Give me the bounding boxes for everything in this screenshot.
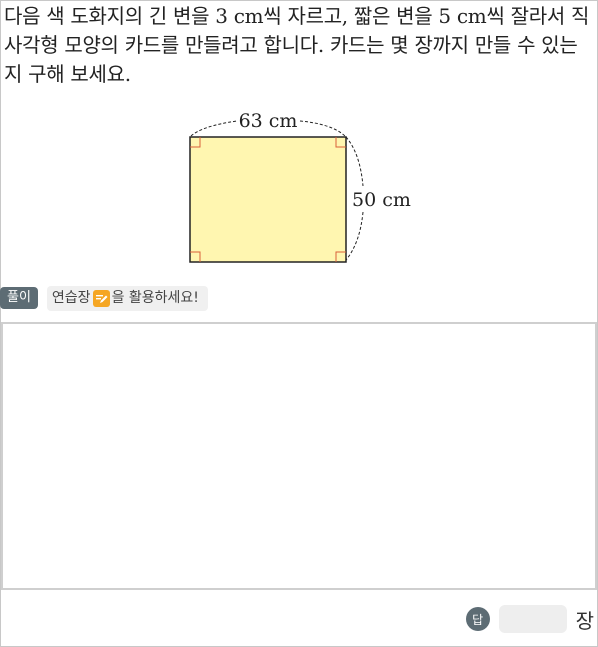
question-text: 다음 색 도화지의 긴 변을 3 cm씩 자르고, 짧은 변을 5 cm씩 잘라… — [4, 4, 590, 86]
width-brace — [190, 120, 238, 137]
notebook-hint: 연습장 을 활용하세요! — [46, 285, 208, 311]
paper-rectangle — [189, 136, 347, 263]
solution-workspace[interactable] — [1, 322, 597, 590]
pencil-icon — [92, 289, 110, 307]
answer-input[interactable] — [498, 605, 567, 633]
answer-unit: 장 — [575, 608, 594, 633]
height-label: 50 cm — [352, 189, 411, 211]
answer-row: 답 장 — [465, 603, 594, 635]
height-brace — [345, 136, 364, 187]
solution-hint-row: 풀이 연습장 을 활용하세요! — [0, 285, 208, 311]
height-brace — [345, 211, 364, 261]
rectangle-figure: 63 cm 50 cm — [182, 108, 422, 268]
hint-text-before: 연습장 — [51, 289, 91, 306]
solution-badge: 풀이 — [0, 287, 38, 309]
width-brace — [299, 120, 346, 137]
width-label: 63 cm — [239, 110, 298, 132]
hint-text-after: 을 활용하세요! — [111, 289, 199, 306]
answer-badge: 답 — [465, 607, 490, 631]
